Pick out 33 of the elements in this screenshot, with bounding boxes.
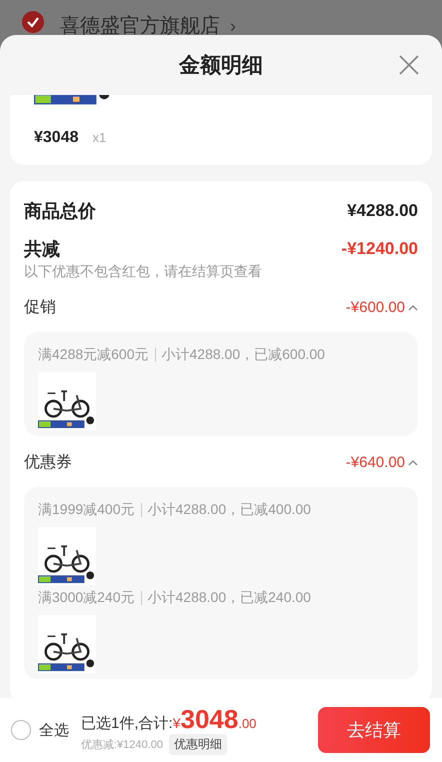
price-decimals: .00 — [238, 716, 256, 731]
discount-detail-button[interactable]: 优惠明细 — [168, 734, 227, 755]
select-all-radio[interactable] — [11, 720, 31, 740]
total-value: ¥4288.00 — [347, 201, 418, 221]
caret-icon[interactable] — [408, 458, 418, 468]
checkout-button[interactable]: 去结算 — [318, 707, 430, 753]
store-name[interactable]: 喜德盛官方旗舰店 — [60, 13, 220, 35]
section-amount[interactable]: -¥640.00 — [346, 454, 405, 471]
checkbox[interactable] — [22, 11, 44, 33]
total-price: 3048 — [180, 705, 238, 733]
rule-text: 满4288元减600元 — [38, 346, 149, 364]
close-icon[interactable] — [398, 54, 420, 76]
reduce-label: 共减 — [24, 238, 60, 261]
subtotal-text: 小计4288.00，已减400.00 — [148, 501, 311, 519]
total-label: 商品总价 — [24, 200, 96, 223]
subtotal-text: 小计4288.00，已减600.00 — [162, 346, 325, 364]
rule-text: 满3000减240元 — [38, 589, 135, 607]
section-amount[interactable]: -¥600.00 — [346, 299, 405, 316]
caret-icon[interactable] — [408, 302, 418, 312]
quantity: x1 — [92, 130, 106, 145]
product-price: ¥3048 — [34, 129, 78, 147]
section-label: 优惠券 — [24, 452, 72, 473]
sheet-title: 金额明细 — [179, 52, 263, 79]
currency: ¥ — [172, 715, 180, 731]
chevron-icon: › — [230, 16, 236, 35]
reduce-value: -¥1240.00 — [341, 239, 418, 259]
count-text: 已选1件,合计: — [81, 714, 173, 733]
rule-text: 满1999减400元 — [38, 501, 135, 519]
select-all-label[interactable]: 全选 — [39, 720, 69, 740]
discount-text: 优惠减:¥1240.00 — [81, 738, 163, 752]
section-label: 促销 — [24, 298, 56, 318]
subtotal-text: 小计4288.00，已减240.00 — [148, 589, 311, 607]
note-text: 以下优惠不包含红包，请在结算页查看 — [24, 263, 263, 281]
